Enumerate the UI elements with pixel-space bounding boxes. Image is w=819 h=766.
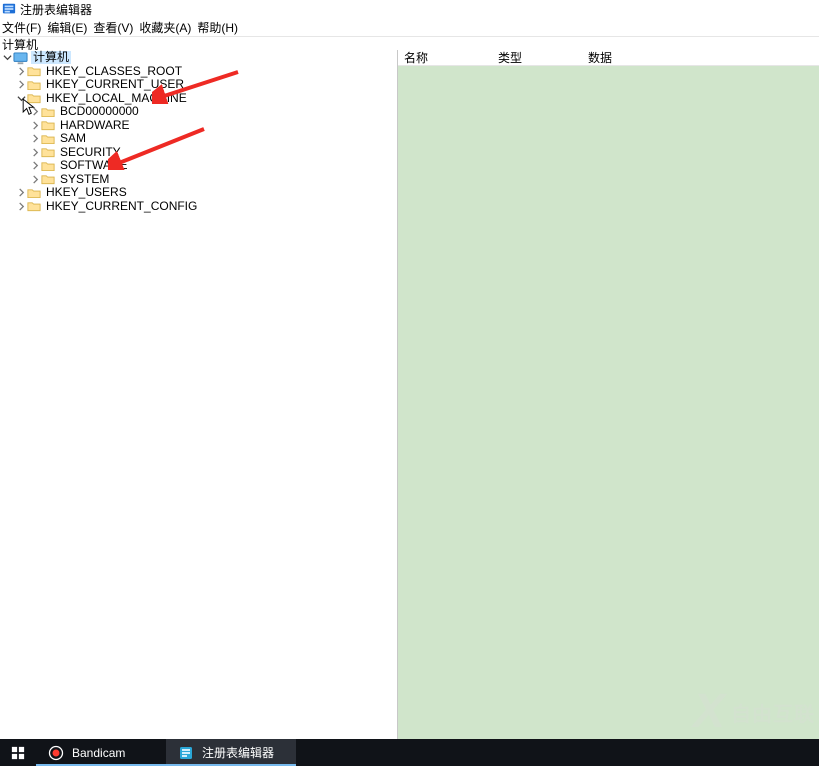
chevron-right-icon[interactable] (30, 120, 40, 130)
folder-icon (27, 79, 41, 91)
folder-icon (41, 173, 55, 185)
menu-file[interactable]: 文件(F) (2, 19, 41, 36)
tree-item-security[interactable]: SECURITY (0, 146, 397, 160)
record-icon (48, 745, 64, 761)
tree-panel[interactable]: 计算机 HKEY_CLASSES_ROOT HKEY_CURRENT_USER … (0, 50, 398, 739)
column-header-name[interactable]: 名称 (398, 49, 492, 66)
tree-item-label: BCD00000000 (58, 105, 141, 118)
chevron-right-icon[interactable] (16, 201, 26, 211)
folder-icon (41, 160, 55, 172)
tree-root-label: 计算机 (31, 51, 71, 64)
tree-item-label: HARDWARE (58, 119, 132, 132)
details-panel: 名称 类型 数据 (398, 50, 819, 739)
tree-item-software[interactable]: SOFTWARE (0, 159, 397, 173)
menu-view[interactable]: 查看(V) (93, 19, 133, 36)
chevron-down-icon[interactable] (16, 93, 26, 103)
folder-icon (27, 92, 41, 104)
chevron-right-icon[interactable] (16, 188, 26, 198)
tree-item-label: HKEY_CURRENT_USER (44, 78, 186, 91)
tree-root-computer[interactable]: 计算机 (0, 51, 397, 65)
folder-icon (41, 106, 55, 118)
tree-item-hkcc[interactable]: HKEY_CURRENT_CONFIG (0, 200, 397, 214)
title-bar: 注册表编辑器 (0, 0, 819, 18)
window-title: 注册表编辑器 (20, 1, 92, 18)
tree-item-hklm[interactable]: HKEY_LOCAL_MACHINE (0, 92, 397, 106)
app-icon (2, 2, 16, 16)
taskbar-item-label: 注册表编辑器 (202, 744, 274, 761)
menu-help[interactable]: 帮助(H) (197, 19, 238, 36)
folder-icon (41, 119, 55, 131)
regedit-icon (178, 745, 194, 761)
chevron-right-icon[interactable] (16, 80, 26, 90)
computer-icon (13, 52, 28, 64)
column-header-type[interactable]: 类型 (492, 49, 582, 66)
tree-item-label: HKEY_USERS (44, 186, 129, 199)
menu-bar: 文件(F) 编辑(E) 查看(V) 收藏夹(A) 帮助(H) (0, 18, 819, 36)
taskbar-item-label: Bandicam (72, 746, 125, 760)
chevron-right-icon[interactable] (30, 134, 40, 144)
tree-item-label: HKEY_LOCAL_MACHINE (44, 92, 189, 105)
tree-item-label: SAM (58, 132, 88, 145)
start-button[interactable] (0, 739, 36, 766)
chevron-right-icon[interactable] (30, 174, 40, 184)
taskbar-item-regedit[interactable]: 注册表编辑器 (166, 739, 296, 766)
details-header: 名称 类型 数据 (398, 50, 819, 66)
chevron-right-icon[interactable] (30, 107, 40, 117)
column-header-data[interactable]: 数据 (582, 49, 819, 66)
taskbar-item-bandicam[interactable]: Bandicam (36, 739, 166, 766)
taskbar: Bandicam 注册表编辑器 (0, 739, 819, 766)
tree-item-label: HKEY_CURRENT_CONFIG (44, 200, 199, 213)
folder-icon (27, 200, 41, 212)
tree-item-label: SYSTEM (58, 173, 111, 186)
tree-item-hkcu[interactable]: HKEY_CURRENT_USER (0, 78, 397, 92)
details-body[interactable] (398, 66, 819, 739)
tree-item-label: HKEY_CLASSES_ROOT (44, 65, 184, 78)
folder-icon (27, 187, 41, 199)
menu-edit[interactable]: 编辑(E) (47, 19, 87, 36)
chevron-right-icon[interactable] (30, 147, 40, 157)
tree-item-label: SOFTWARE (58, 159, 130, 172)
chevron-right-icon[interactable] (16, 66, 26, 76)
folder-icon (41, 133, 55, 145)
tree-item-system[interactable]: SYSTEM (0, 173, 397, 187)
chevron-down-icon[interactable] (2, 53, 12, 63)
tree-item-hkcr[interactable]: HKEY_CLASSES_ROOT (0, 65, 397, 79)
folder-icon (41, 146, 55, 158)
tree-item-hardware[interactable]: HARDWARE (0, 119, 397, 133)
tree-item-sam[interactable]: SAM (0, 132, 397, 146)
tree-item-bcd[interactable]: BCD00000000 (0, 105, 397, 119)
chevron-right-icon[interactable] (30, 161, 40, 171)
client-area: 计算机 HKEY_CLASSES_ROOT HKEY_CURRENT_USER … (0, 50, 819, 739)
folder-icon (27, 65, 41, 77)
tree-item-label: SECURITY (58, 146, 123, 159)
menu-favorites[interactable]: 收藏夹(A) (139, 19, 191, 36)
tree-item-hku[interactable]: HKEY_USERS (0, 186, 397, 200)
